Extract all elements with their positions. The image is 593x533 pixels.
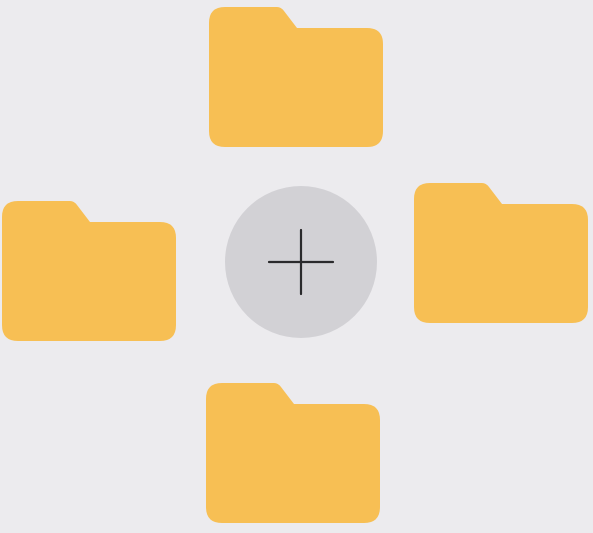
plus-icon (267, 228, 335, 296)
folder-icon-right[interactable] (414, 181, 588, 323)
folder-icon-left[interactable] (2, 199, 176, 341)
folder-icon-top[interactable] (209, 5, 383, 147)
folder-icon (206, 383, 380, 523)
folder-icon (414, 183, 588, 323)
folder-icon (2, 201, 176, 341)
folder-icon-bottom[interactable] (206, 381, 380, 523)
add-button[interactable] (225, 186, 377, 338)
folder-icon (209, 7, 383, 147)
